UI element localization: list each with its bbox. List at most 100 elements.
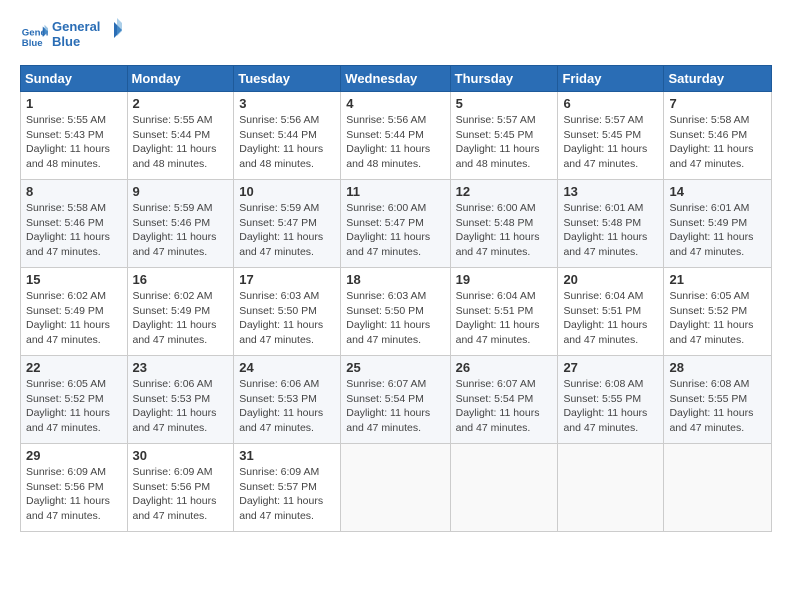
calendar-cell: 31 Sunrise: 6:09 AM Sunset: 5:57 PM Dayli… — [234, 444, 341, 532]
calendar-cell: 3 Sunrise: 5:56 AM Sunset: 5:44 PM Daylig… — [234, 92, 341, 180]
day-info: Sunrise: 5:55 AM Sunset: 5:43 PM Dayligh… — [26, 113, 122, 172]
calendar-cell: 17 Sunrise: 6:03 AM Sunset: 5:50 PM Dayli… — [234, 268, 341, 356]
day-number: 19 — [456, 272, 553, 287]
day-number: 24 — [239, 360, 335, 375]
calendar-cell — [664, 444, 772, 532]
day-info: Sunrise: 5:56 AM Sunset: 5:44 PM Dayligh… — [346, 113, 444, 172]
day-info: Sunrise: 5:58 AM Sunset: 5:46 PM Dayligh… — [26, 201, 122, 260]
day-number: 4 — [346, 96, 444, 111]
day-number: 1 — [26, 96, 122, 111]
day-info: Sunrise: 6:00 AM Sunset: 5:48 PM Dayligh… — [456, 201, 553, 260]
calendar-cell: 27 Sunrise: 6:08 AM Sunset: 5:55 PM Dayli… — [558, 356, 664, 444]
day-info: Sunrise: 5:59 AM Sunset: 5:47 PM Dayligh… — [239, 201, 335, 260]
calendar-cell: 5Sunrise: 5:57 AM Sunset: 5:45 PM Daylig… — [450, 92, 558, 180]
day-info: Sunrise: 5:59 AM Sunset: 5:46 PM Dayligh… — [133, 201, 229, 260]
day-number: 26 — [456, 360, 553, 375]
day-number: 17 — [239, 272, 335, 287]
day-info: Sunrise: 6:08 AM Sunset: 5:55 PM Dayligh… — [669, 377, 766, 436]
calendar-cell: 29Sunrise: 6:09 AM Sunset: 5:56 PM Dayli… — [21, 444, 128, 532]
day-info: Sunrise: 6:05 AM Sunset: 5:52 PM Dayligh… — [26, 377, 122, 436]
calendar-cell: 1 Sunrise: 5:55 AM Sunset: 5:43 PM Daylig… — [21, 92, 128, 180]
calendar-week-5: 29 Sunrise: 6:09 AM Sunset: 5:56 PM Dayli… — [21, 444, 772, 532]
day-number: 15 — [26, 272, 122, 287]
calendar-cell: 6Sunrise: 5:57 AM Sunset: 5:45 PM Daylig… — [558, 92, 664, 180]
day-number: 16 — [133, 272, 229, 287]
day-info: Sunrise: 6:06 AM Sunset: 5:53 PM Dayligh… — [133, 377, 229, 436]
calendar-cell: 22 Sunrise: 6:05 AM Sunset: 5:52 PM Dayli… — [21, 356, 128, 444]
calendar-cell: 8 Sunrise: 5:58 AM Sunset: 5:46 PM Daylig… — [21, 180, 128, 268]
day-number: 9 — [133, 184, 229, 199]
day-number: 3 — [239, 96, 335, 111]
day-info: Sunrise: 6:04 AM Sunset: 5:51 PM Dayligh… — [456, 289, 553, 348]
logo-svg: General Blue — [52, 16, 122, 52]
calendar-week-2: 8 Sunrise: 5:58 AM Sunset: 5:46 PM Daylig… — [21, 180, 772, 268]
calendar-cell: 28 Sunrise: 6:08 AM Sunset: 5:55 PM Dayli… — [664, 356, 772, 444]
logo: General Blue General Blue — [20, 16, 122, 57]
day-number: 7 — [669, 96, 766, 111]
day-info: Sunrise: 6:02 AM Sunset: 5:49 PM Dayligh… — [133, 289, 229, 348]
day-number: 8 — [26, 184, 122, 199]
day-number: 2 — [133, 96, 229, 111]
calendar-cell: 12 Sunrise: 6:00 AM Sunset: 5:48 PM Dayli… — [450, 180, 558, 268]
day-info: Sunrise: 6:03 AM Sunset: 5:50 PM Dayligh… — [239, 289, 335, 348]
calendar-cell: 9 Sunrise: 5:59 AM Sunset: 5:46 PM Daylig… — [127, 180, 234, 268]
day-number: 10 — [239, 184, 335, 199]
day-number: 28 — [669, 360, 766, 375]
page: General Blue General Blue SundayMondayT — [0, 0, 792, 542]
day-info: Sunrise: 6:03 AM Sunset: 5:50 PM Dayligh… — [346, 289, 444, 348]
day-info: Sunrise: 6:09 AM Sunset: 5:57 PM Dayligh… — [239, 465, 335, 524]
day-info: Sunrise: 6:08 AM Sunset: 5:55 PM Dayligh… — [563, 377, 658, 436]
calendar-header-row: SundayMondayTuesdayWednesdayThursdayFrid… — [21, 66, 772, 92]
day-info: Sunrise: 6:00 AM Sunset: 5:47 PM Dayligh… — [346, 201, 444, 260]
weekday-header-sunday: Sunday — [21, 66, 128, 92]
day-info: Sunrise: 5:56 AM Sunset: 5:44 PM Dayligh… — [239, 113, 335, 172]
weekday-header-saturday: Saturday — [664, 66, 772, 92]
day-info: Sunrise: 5:57 AM Sunset: 5:45 PM Dayligh… — [563, 113, 658, 172]
calendar-cell — [341, 444, 450, 532]
calendar-week-1: 1 Sunrise: 5:55 AM Sunset: 5:43 PM Daylig… — [21, 92, 772, 180]
weekday-header-friday: Friday — [558, 66, 664, 92]
day-info: Sunrise: 6:02 AM Sunset: 5:49 PM Dayligh… — [26, 289, 122, 348]
calendar-cell: 19 Sunrise: 6:04 AM Sunset: 5:51 PM Dayli… — [450, 268, 558, 356]
day-number: 11 — [346, 184, 444, 199]
day-info: Sunrise: 6:09 AM Sunset: 5:56 PM Dayligh… — [133, 465, 229, 524]
day-number: 22 — [26, 360, 122, 375]
calendar-table: SundayMondayTuesdayWednesdayThursdayFrid… — [20, 65, 772, 532]
header: General Blue General Blue — [20, 16, 772, 57]
day-number: 29 — [26, 448, 122, 463]
day-number: 27 — [563, 360, 658, 375]
day-number: 30 — [133, 448, 229, 463]
calendar-cell: 23 Sunrise: 6:06 AM Sunset: 5:53 PM Dayli… — [127, 356, 234, 444]
day-number: 31 — [239, 448, 335, 463]
calendar-cell: 14 Sunrise: 6:01 AM Sunset: 5:49 PM Dayli… — [664, 180, 772, 268]
day-info: Sunrise: 6:05 AM Sunset: 5:52 PM Dayligh… — [669, 289, 766, 348]
day-number: 23 — [133, 360, 229, 375]
calendar-week-4: 22 Sunrise: 6:05 AM Sunset: 5:52 PM Dayli… — [21, 356, 772, 444]
calendar-cell: 25Sunrise: 6:07 AM Sunset: 5:54 PM Dayli… — [341, 356, 450, 444]
day-number: 13 — [563, 184, 658, 199]
calendar-cell: 30 Sunrise: 6:09 AM Sunset: 5:56 PM Dayli… — [127, 444, 234, 532]
day-info: Sunrise: 5:55 AM Sunset: 5:44 PM Dayligh… — [133, 113, 229, 172]
calendar-cell: 11 Sunrise: 6:00 AM Sunset: 5:47 PM Dayli… — [341, 180, 450, 268]
calendar-cell: 24 Sunrise: 6:06 AM Sunset: 5:53 PM Dayli… — [234, 356, 341, 444]
calendar-cell: 18 Sunrise: 6:03 AM Sunset: 5:50 PM Dayli… — [341, 268, 450, 356]
day-info: Sunrise: 6:04 AM Sunset: 5:51 PM Dayligh… — [563, 289, 658, 348]
day-info: Sunrise: 6:01 AM Sunset: 5:48 PM Dayligh… — [563, 201, 658, 260]
weekday-header-thursday: Thursday — [450, 66, 558, 92]
svg-text:General: General — [52, 19, 100, 34]
calendar-cell — [450, 444, 558, 532]
day-number: 14 — [669, 184, 766, 199]
day-info: Sunrise: 6:06 AM Sunset: 5:53 PM Dayligh… — [239, 377, 335, 436]
day-number: 21 — [669, 272, 766, 287]
day-number: 20 — [563, 272, 658, 287]
calendar-week-3: 15 Sunrise: 6:02 AM Sunset: 5:49 PM Dayli… — [21, 268, 772, 356]
day-number: 18 — [346, 272, 444, 287]
calendar-cell: 20 Sunrise: 6:04 AM Sunset: 5:51 PM Dayli… — [558, 268, 664, 356]
calendar-cell: 21 Sunrise: 6:05 AM Sunset: 5:52 PM Dayli… — [664, 268, 772, 356]
calendar-cell: 26Sunrise: 6:07 AM Sunset: 5:54 PM Dayli… — [450, 356, 558, 444]
svg-text:Blue: Blue — [22, 37, 43, 48]
svg-text:Blue: Blue — [52, 34, 80, 49]
day-number: 12 — [456, 184, 553, 199]
logo-icon: General Blue — [20, 23, 48, 51]
day-info: Sunrise: 6:01 AM Sunset: 5:49 PM Dayligh… — [669, 201, 766, 260]
